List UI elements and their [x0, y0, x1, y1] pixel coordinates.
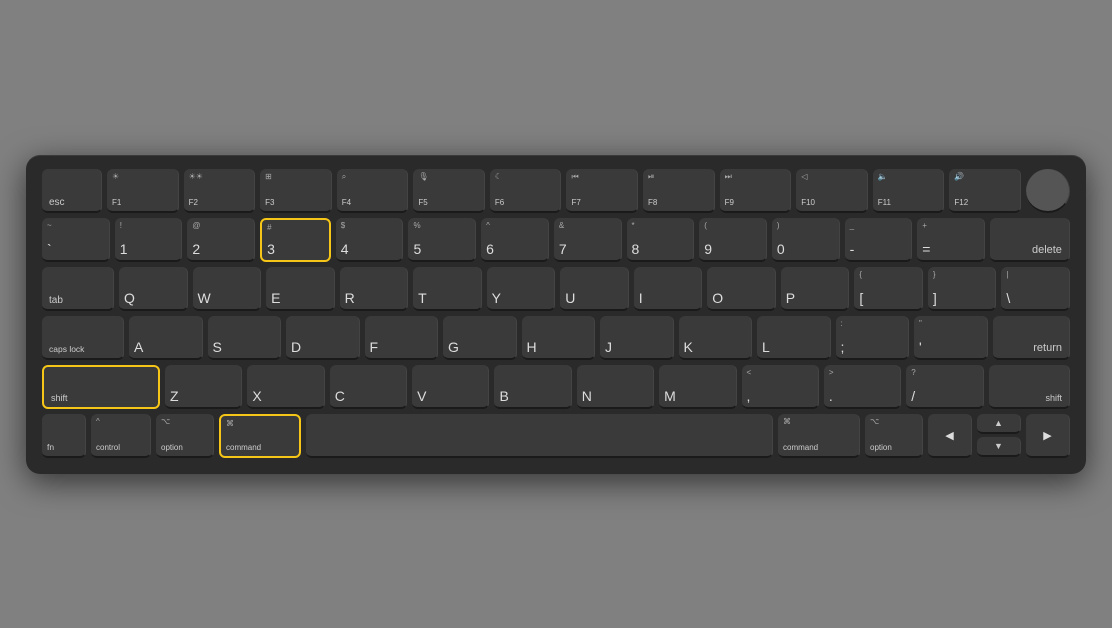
key-lbracket[interactable]: { [	[854, 267, 923, 311]
key-fn[interactable]: fn	[42, 414, 86, 458]
key-f9[interactable]: ⏭ F9	[720, 169, 792, 213]
key-command-left[interactable]: ⌘ command	[219, 414, 301, 458]
key-8[interactable]: * 8	[627, 218, 695, 262]
key-f10[interactable]: ◁ F10	[796, 169, 868, 213]
key-option-left[interactable]: ⌥ option	[156, 414, 214, 458]
key-semicolon[interactable]: : ;	[836, 316, 910, 360]
key-f11[interactable]: 🔈 F11	[873, 169, 945, 213]
key-tab[interactable]: tab	[42, 267, 114, 311]
key-f6[interactable]: ☾ F6	[490, 169, 562, 213]
key-2[interactable]: @ 2	[187, 218, 255, 262]
key-f12[interactable]: 🔊 F12	[949, 169, 1021, 213]
zxcv-row: shift Z X C V B N M < , > .	[42, 365, 1070, 409]
arrow-up-down-col: ▲ ▼	[977, 414, 1021, 458]
key-q[interactable]: Q	[119, 267, 188, 311]
key-m[interactable]: M	[659, 365, 736, 409]
fn-row: esc ☀ F1 ☀☀ F2 ⊞ F3 ⌕ F4 🎙 F5 ☾ F6 ⏮ F7	[42, 169, 1070, 213]
keyboard: esc ☀ F1 ☀☀ F2 ⊞ F3 ⌕ F4 🎙 F5 ☾ F6 ⏮ F7	[26, 155, 1086, 474]
key-f5[interactable]: 🎙 F5	[413, 169, 485, 213]
key-f7[interactable]: ⏮ F7	[566, 169, 638, 213]
key-0[interactable]: ) 0	[772, 218, 840, 262]
key-rbracket[interactable]: } ]	[928, 267, 997, 311]
key-u[interactable]: U	[560, 267, 629, 311]
key-e[interactable]: E	[266, 267, 335, 311]
key-z[interactable]: Z	[165, 365, 242, 409]
key-f4[interactable]: ⌕ F4	[337, 169, 409, 213]
key-6[interactable]: ^ 6	[481, 218, 549, 262]
key-equals[interactable]: + =	[917, 218, 985, 262]
key-minus[interactable]: _ -	[845, 218, 913, 262]
key-f2[interactable]: ☀☀ F2	[184, 169, 256, 213]
key-esc[interactable]: esc	[42, 169, 102, 213]
key-k[interactable]: K	[679, 316, 753, 360]
key-d[interactable]: D	[286, 316, 360, 360]
key-command-right[interactable]: ⌘ command	[778, 414, 860, 458]
key-arrow-down[interactable]: ▼	[977, 437, 1021, 457]
key-5[interactable]: % 5	[408, 218, 476, 262]
key-4[interactable]: $ 4	[336, 218, 404, 262]
key-p[interactable]: P	[781, 267, 850, 311]
key-f3[interactable]: ⊞ F3	[260, 169, 332, 213]
key-o[interactable]: O	[707, 267, 776, 311]
key-g[interactable]: G	[443, 316, 517, 360]
key-backslash[interactable]: | \	[1001, 267, 1070, 311]
key-backtick[interactable]: ~ `	[42, 218, 110, 262]
bottom-row: fn ^ control ⌥ option ⌘ command ⌘ comman…	[42, 414, 1070, 458]
key-capslock[interactable]: caps lock	[42, 316, 124, 360]
key-x[interactable]: X	[247, 365, 324, 409]
key-1[interactable]: ! 1	[115, 218, 183, 262]
key-shift-right[interactable]: shift	[989, 365, 1070, 409]
key-h[interactable]: H	[522, 316, 596, 360]
num-row: ~ ` ! 1 @ 2 # 3 $ 4 % 5 ^ 6 & 7	[42, 218, 1070, 262]
key-comma[interactable]: < ,	[742, 365, 819, 409]
key-arrow-left[interactable]: ◀	[928, 414, 972, 458]
key-return[interactable]: return	[993, 316, 1071, 360]
asdf-row: caps lock A S D F G H J K L : ;	[42, 316, 1070, 360]
key-shift-left[interactable]: shift	[42, 365, 160, 409]
key-f[interactable]: F	[365, 316, 439, 360]
key-c[interactable]: C	[330, 365, 407, 409]
key-option-right[interactable]: ⌥ option	[865, 414, 923, 458]
key-space[interactable]	[306, 414, 773, 458]
key-b[interactable]: B	[494, 365, 571, 409]
key-quote[interactable]: " '	[914, 316, 988, 360]
key-3[interactable]: # 3	[260, 218, 331, 262]
key-delete[interactable]: delete	[990, 218, 1070, 262]
key-slash[interactable]: ? /	[906, 365, 983, 409]
key-i[interactable]: I	[634, 267, 703, 311]
key-period[interactable]: > .	[824, 365, 901, 409]
qwerty-row: tab Q W E R T Y U I O P	[42, 267, 1070, 311]
key-f1[interactable]: ☀ F1	[107, 169, 179, 213]
key-v[interactable]: V	[412, 365, 489, 409]
key-7[interactable]: & 7	[554, 218, 622, 262]
key-y[interactable]: Y	[487, 267, 556, 311]
key-w[interactable]: W	[193, 267, 262, 311]
key-n[interactable]: N	[577, 365, 654, 409]
key-l[interactable]: L	[757, 316, 831, 360]
key-9[interactable]: ( 9	[699, 218, 767, 262]
key-f8[interactable]: ⏯ F8	[643, 169, 715, 213]
key-a[interactable]: A	[129, 316, 203, 360]
key-r[interactable]: R	[340, 267, 409, 311]
key-s[interactable]: S	[208, 316, 282, 360]
key-arrow-up[interactable]: ▲	[977, 414, 1021, 434]
key-t[interactable]: T	[413, 267, 482, 311]
key-power[interactable]	[1026, 169, 1070, 213]
key-control[interactable]: ^ control	[91, 414, 151, 458]
key-arrow-right[interactable]: ▶	[1026, 414, 1070, 458]
key-j[interactable]: J	[600, 316, 674, 360]
